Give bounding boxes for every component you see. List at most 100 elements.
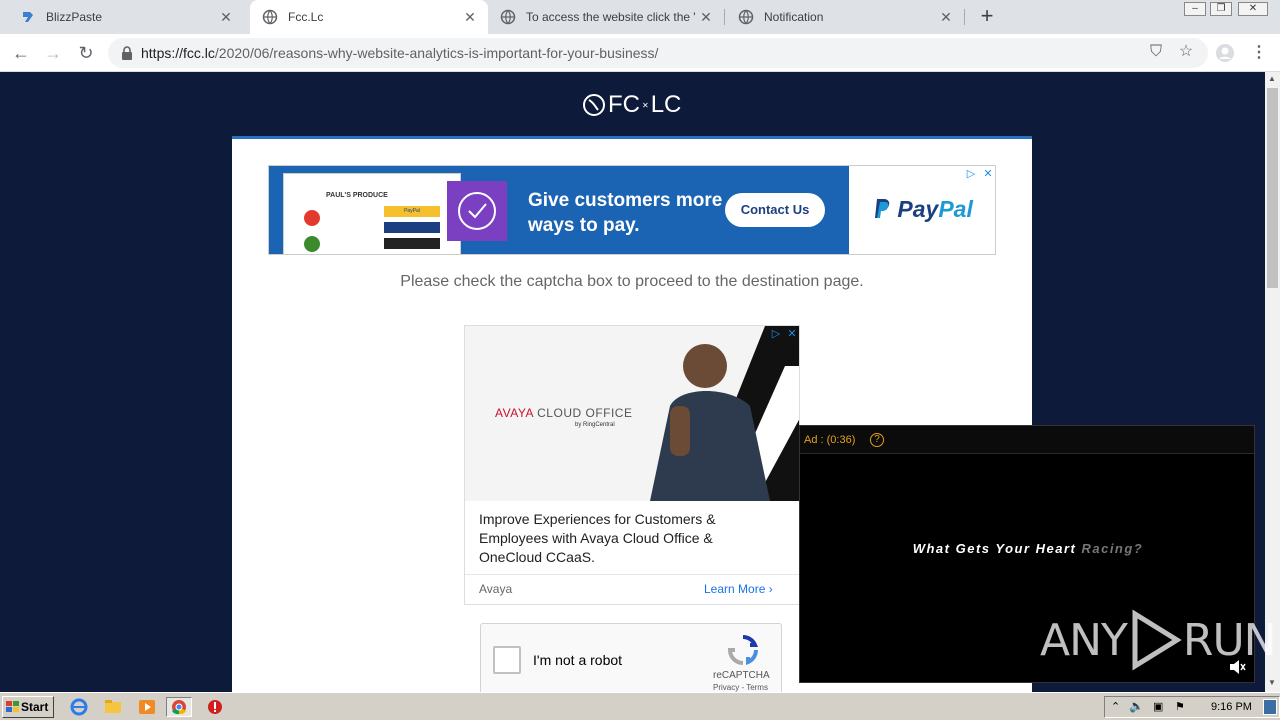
tab-allow-notification[interactable]: To access the website click the "Allow" …: [488, 0, 724, 34]
address-bar[interactable]: https://fcc.lc/2020/06/reasons-why-websi…: [108, 38, 1208, 68]
file-explorer-icon[interactable]: [102, 697, 124, 717]
site-logo[interactable]: FC ✕ LC: [582, 90, 681, 120]
tab-separator: [724, 9, 725, 25]
close-ad-icon[interactable]: ✕: [981, 167, 995, 181]
ad-image: AVAYA CLOUD OFFICE by RingCentral: [465, 326, 799, 501]
start-button[interactable]: Start: [2, 696, 54, 718]
new-tab-button[interactable]: +: [976, 5, 998, 28]
windows-flag-icon: [6, 701, 19, 712]
video-ad-header: Ad : (0:36) ?: [800, 426, 1254, 454]
mock-title: PAUL'S PRODUCE: [326, 192, 388, 199]
internet-explorer-icon[interactable]: [68, 697, 90, 717]
action-center-flag-icon[interactable]: ⚑: [1175, 700, 1185, 713]
tab-title: BlizzPaste: [46, 10, 103, 24]
scroll-up-icon[interactable]: ▲: [1268, 74, 1276, 83]
tab-title: To access the website click the "Allow": [526, 10, 696, 24]
bookmark-star-icon[interactable]: ☆: [1176, 42, 1196, 62]
blocked-popup-icon[interactable]: ⛉: [1146, 42, 1166, 62]
paypal-p-icon: [875, 199, 890, 218]
close-tab-icon[interactable]: ✕: [696, 9, 716, 26]
reload-button[interactable]: ↻: [74, 41, 98, 65]
divider: [465, 574, 799, 575]
url-host: https://fcc.lc: [141, 45, 215, 61]
tab-fcc-lc[interactable]: Fcc.Lc ✕: [250, 0, 488, 34]
tab-notification[interactable]: Notification ✕: [726, 0, 964, 34]
mock-paypal-button: PayPal: [384, 206, 440, 217]
ad-headline: Give customers more ways to pay.: [528, 190, 723, 236]
adchoices-icon[interactable]: ▷: [964, 167, 978, 181]
mock-paypal-credit-button: [384, 222, 440, 233]
adchoices-icon[interactable]: ▷: [769, 327, 783, 341]
browser-toolbar: ← → ↻ https://fcc.lc/2020/06/reasons-why…: [0, 34, 1280, 72]
windows-taskbar: Start ⌃ 🔈 ▣ ⚑ 9:16 PM: [0, 692, 1280, 720]
tomato-icon: [304, 210, 320, 226]
back-button[interactable]: ←: [9, 41, 33, 65]
tab-blizzpaste[interactable]: BlizzPaste ✕: [8, 0, 244, 34]
system-tray: ⌃ 🔈 ▣ ⚑ 9:16 PM: [1104, 696, 1280, 718]
mock-card-button: [384, 238, 440, 249]
captcha-instruction: Please check the captcha box to proceed …: [400, 273, 864, 290]
tab-title: Fcc.Lc: [288, 10, 324, 24]
recaptcha-logo-icon: [727, 635, 759, 666]
learn-more-link[interactable]: Learn More ›: [704, 582, 773, 596]
recaptcha-checkbox[interactable]: [493, 646, 521, 674]
ad-mockup-image: PAUL'S PRODUCE PayPal: [283, 173, 461, 254]
volume-icon[interactable]: 🔈: [1129, 699, 1144, 713]
ringcentral-byline: by RingCentral: [575, 422, 615, 428]
recaptcha-label: I'm not a robot: [533, 652, 623, 668]
avaya-brand: AVAYA: [495, 406, 534, 420]
ad-description: Improve Experiences for Customers & Empl…: [479, 511, 716, 565]
minimize-button[interactable]: –: [1184, 2, 1206, 16]
menu-kebab-icon[interactable]: ⋮: [1249, 43, 1269, 63]
network-icon[interactable]: ▣: [1153, 700, 1163, 713]
recaptcha-widget: I'm not a robot reCAPTCHA Privacy - Term…: [480, 623, 782, 692]
globe-icon: [262, 9, 278, 25]
tab-separator: [964, 9, 965, 25]
avaya-display-ad[interactable]: AVAYA CLOUD OFFICE by RingCentral Improv…: [464, 325, 800, 605]
profile-icon[interactable]: [1215, 43, 1235, 63]
url-path: /2020/06/reasons-why-website-analytics-i…: [214, 45, 659, 61]
media-player-icon[interactable]: [136, 697, 158, 717]
contact-us-button[interactable]: Contact Us: [725, 193, 825, 227]
recaptcha-terms[interactable]: Privacy - Terms: [713, 683, 768, 692]
avaya-logo: AVAYA CLOUD OFFICE: [495, 406, 632, 420]
broccoli-icon: [304, 236, 320, 252]
logo-text-2: LC: [650, 91, 682, 118]
paypal-banner-ad[interactable]: PAUL'S PRODUCE PayPal Give customers mor…: [268, 165, 996, 255]
chrome-taskbar-button[interactable]: [166, 697, 192, 717]
close-tab-icon[interactable]: ✕: [216, 9, 236, 26]
globe-icon: [738, 9, 754, 25]
ad-countdown: Ad : (0:36): [804, 434, 856, 446]
blizzpaste-icon: [23, 12, 33, 22]
tab-strip: BlizzPaste ✕ Fcc.Lc ✕ To access the webs…: [0, 0, 1280, 34]
globe-icon: [500, 9, 516, 25]
scrollbar-thumb[interactable]: [1267, 88, 1278, 288]
url-text[interactable]: https://fcc.lc/2020/06/reasons-why-websi…: [141, 45, 658, 61]
play-triangle-icon: [1132, 609, 1182, 671]
close-tab-icon[interactable]: ✕: [460, 9, 480, 26]
forward-button[interactable]: →: [41, 41, 65, 65]
paypal-brand-a: Pay: [897, 196, 939, 222]
learn-more-label: Learn More: [704, 582, 766, 596]
stop-warning-icon[interactable]: [204, 697, 226, 717]
start-label: Start: [21, 700, 49, 714]
tray-expand-icon[interactable]: ⌃: [1111, 700, 1120, 713]
watermark-text-a: ANY: [1040, 614, 1128, 666]
close-window-button[interactable]: ✕: [1238, 2, 1268, 16]
tab-title: Notification: [764, 10, 824, 24]
checkmark-icon: [447, 181, 507, 241]
video-tagline: What Gets Your Heart Racing?: [800, 541, 1254, 556]
show-desktop-icon[interactable]: [1263, 699, 1277, 715]
page-scrollbar[interactable]: ▲ ▼: [1265, 72, 1280, 692]
anyrun-watermark: ANY RUN: [1040, 608, 1277, 672]
help-icon[interactable]: ?: [870, 433, 884, 447]
close-tab-icon[interactable]: ✕: [936, 9, 956, 26]
chevron-right-icon: ›: [768, 582, 773, 596]
taskbar-clock[interactable]: 9:16 PM: [1211, 701, 1252, 713]
close-ad-icon[interactable]: ✕: [785, 327, 799, 341]
fcc-logo-icon: [583, 94, 605, 116]
restore-button[interactable]: ❐: [1210, 2, 1232, 16]
logo-text: FC: [608, 91, 640, 118]
paypal-logo: PayPal: [873, 196, 973, 223]
scroll-down-icon[interactable]: ▼: [1268, 678, 1276, 687]
